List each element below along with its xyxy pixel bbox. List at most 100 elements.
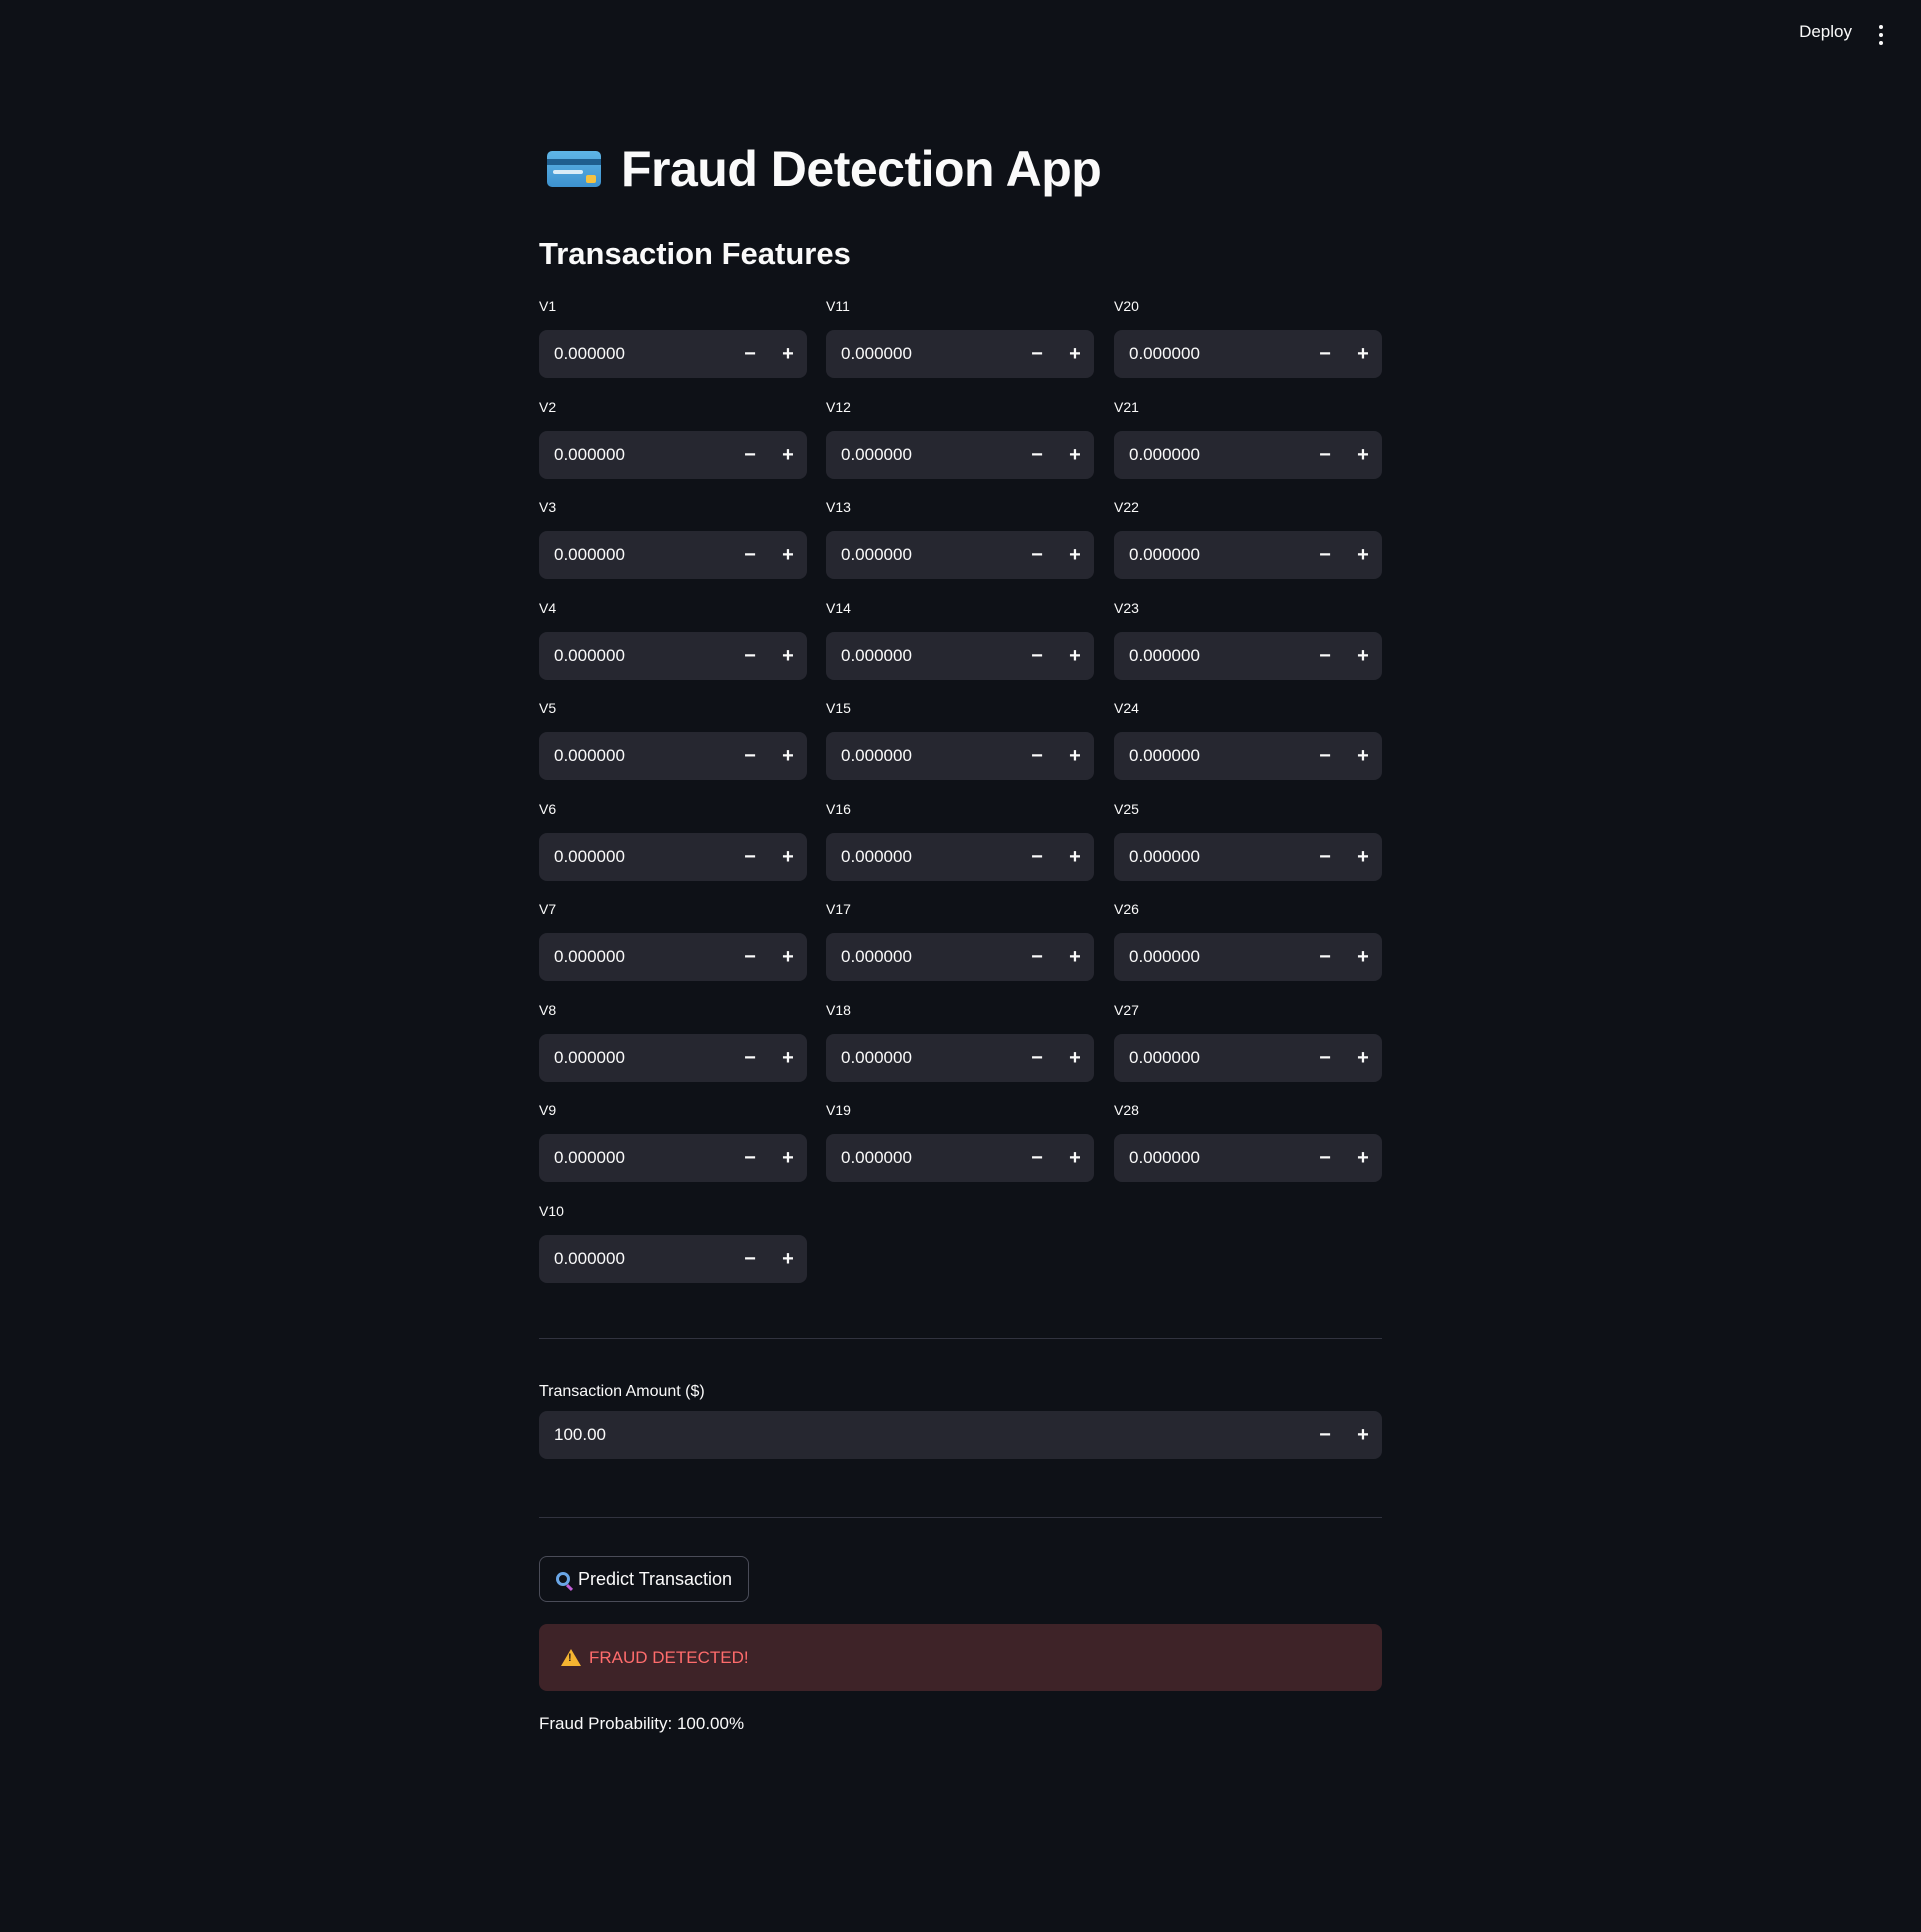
feature-input[interactable]: 0.000000 (1114, 847, 1306, 867)
feature-input[interactable]: 0.000000 (1114, 947, 1306, 967)
decrement-button[interactable]: − (1018, 833, 1056, 881)
feature-input[interactable]: 0.000000 (1114, 1148, 1306, 1168)
decrement-button[interactable]: − (1018, 1134, 1056, 1182)
increment-button[interactable]: + (769, 431, 807, 479)
feature-input[interactable]: 0.000000 (826, 1148, 1018, 1168)
decrement-button[interactable]: − (1306, 1411, 1344, 1459)
increment-button[interactable]: + (1056, 330, 1094, 378)
increment-button[interactable]: + (1056, 632, 1094, 680)
feature-input-box: 0.000000− + (1114, 330, 1382, 378)
increment-button[interactable]: + (1056, 933, 1094, 981)
increment-button[interactable]: + (769, 632, 807, 680)
decrement-button[interactable]: − (1306, 632, 1344, 680)
amount-input[interactable]: 100.00 (539, 1425, 1306, 1445)
increment-button[interactable]: + (1344, 732, 1382, 780)
increment-button[interactable]: + (769, 833, 807, 881)
increment-button[interactable]: + (1344, 1034, 1382, 1082)
decrement-button[interactable]: − (731, 1034, 769, 1082)
increment-button[interactable]: + (769, 330, 807, 378)
increment-button[interactable]: + (1344, 933, 1382, 981)
feature-input[interactable]: 0.000000 (826, 947, 1018, 967)
feature-label: V23 (1114, 600, 1139, 616)
feature-input[interactable]: 0.000000 (826, 746, 1018, 766)
feature-input[interactable]: 0.000000 (826, 344, 1018, 364)
decrement-button[interactable]: − (1018, 330, 1056, 378)
increment-button[interactable]: + (1056, 833, 1094, 881)
feature-input-box: 0.000000− + (1114, 1134, 1382, 1182)
decrement-button[interactable]: − (1018, 1034, 1056, 1082)
feature-input[interactable]: 0.000000 (826, 646, 1018, 666)
increment-button[interactable]: + (1056, 732, 1094, 780)
decrement-button[interactable]: − (1018, 431, 1056, 479)
decrement-button[interactable]: − (1306, 531, 1344, 579)
increment-button[interactable]: + (1056, 431, 1094, 479)
feature-input[interactable]: 0.000000 (1114, 545, 1306, 565)
feature-field: V24 0.000000− + (1114, 700, 1382, 780)
decrement-button[interactable]: − (1018, 632, 1056, 680)
feature-input-box: 0.000000− + (1114, 732, 1382, 780)
increment-button[interactable]: + (1344, 833, 1382, 881)
increment-button[interactable]: + (769, 1034, 807, 1082)
decrement-button[interactable]: − (1018, 933, 1056, 981)
increment-button[interactable]: + (769, 1134, 807, 1182)
feature-input[interactable]: 0.000000 (1114, 344, 1306, 364)
decrement-button[interactable]: − (731, 833, 769, 881)
feature-input[interactable]: 0.000000 (539, 646, 731, 666)
decrement-button[interactable]: − (731, 531, 769, 579)
decrement-button[interactable]: − (1018, 732, 1056, 780)
predict-button[interactable]: Predict Transaction (539, 1556, 750, 1602)
feature-label: V20 (1114, 298, 1139, 314)
decrement-button[interactable]: − (1018, 531, 1056, 579)
feature-field: V23 0.000000− + (1114, 600, 1382, 680)
increment-button[interactable]: + (1344, 431, 1382, 479)
decrement-button[interactable]: − (1306, 933, 1344, 981)
increment-button[interactable]: + (1056, 1034, 1094, 1082)
feature-input[interactable]: 0.000000 (1114, 1048, 1306, 1068)
feature-input[interactable]: 0.000000 (539, 1249, 731, 1269)
increment-button[interactable]: + (1344, 632, 1382, 680)
feature-input[interactable]: 0.000000 (539, 445, 731, 465)
decrement-button[interactable]: − (1306, 1134, 1344, 1182)
increment-button[interactable]: + (769, 732, 807, 780)
increment-button[interactable]: + (769, 1235, 807, 1283)
decrement-button[interactable]: − (1306, 431, 1344, 479)
feature-input[interactable]: 0.000000 (826, 545, 1018, 565)
feature-input[interactable]: 0.000000 (826, 1048, 1018, 1068)
feature-input-box: 0.000000− + (826, 531, 1094, 579)
feature-input[interactable]: 0.000000 (826, 445, 1018, 465)
feature-label: V17 (826, 901, 851, 917)
feature-input[interactable]: 0.000000 (1114, 746, 1306, 766)
decrement-button[interactable]: − (731, 1235, 769, 1283)
increment-button[interactable]: + (1056, 1134, 1094, 1182)
decrement-button[interactable]: − (1306, 833, 1344, 881)
kebab-menu-icon[interactable] (1879, 25, 1885, 45)
decrement-button[interactable]: − (731, 632, 769, 680)
feature-input[interactable]: 0.000000 (539, 1148, 731, 1168)
increment-button[interactable]: + (1056, 531, 1094, 579)
decrement-button[interactable]: − (1306, 732, 1344, 780)
feature-input[interactable]: 0.000000 (539, 746, 731, 766)
decrement-button[interactable]: − (731, 732, 769, 780)
feature-input[interactable]: 0.000000 (539, 344, 731, 364)
decrement-button[interactable]: − (731, 1134, 769, 1182)
feature-input[interactable]: 0.000000 (539, 545, 731, 565)
increment-button[interactable]: + (769, 531, 807, 579)
feature-input[interactable]: 0.000000 (539, 947, 731, 967)
decrement-button[interactable]: − (731, 933, 769, 981)
decrement-button[interactable]: − (1306, 330, 1344, 378)
deploy-button[interactable]: Deploy (1799, 22, 1852, 42)
feature-label: V13 (826, 499, 851, 515)
increment-button[interactable]: + (1344, 1134, 1382, 1182)
decrement-button[interactable]: − (1306, 1034, 1344, 1082)
increment-button[interactable]: + (1344, 531, 1382, 579)
feature-input[interactable]: 0.000000 (539, 1048, 731, 1068)
feature-input[interactable]: 0.000000 (1114, 445, 1306, 465)
decrement-button[interactable]: − (731, 431, 769, 479)
feature-input[interactable]: 0.000000 (1114, 646, 1306, 666)
feature-input[interactable]: 0.000000 (826, 847, 1018, 867)
increment-button[interactable]: + (1344, 330, 1382, 378)
increment-button[interactable]: + (769, 933, 807, 981)
feature-input[interactable]: 0.000000 (539, 847, 731, 867)
increment-button[interactable]: + (1344, 1411, 1382, 1459)
decrement-button[interactable]: − (731, 330, 769, 378)
